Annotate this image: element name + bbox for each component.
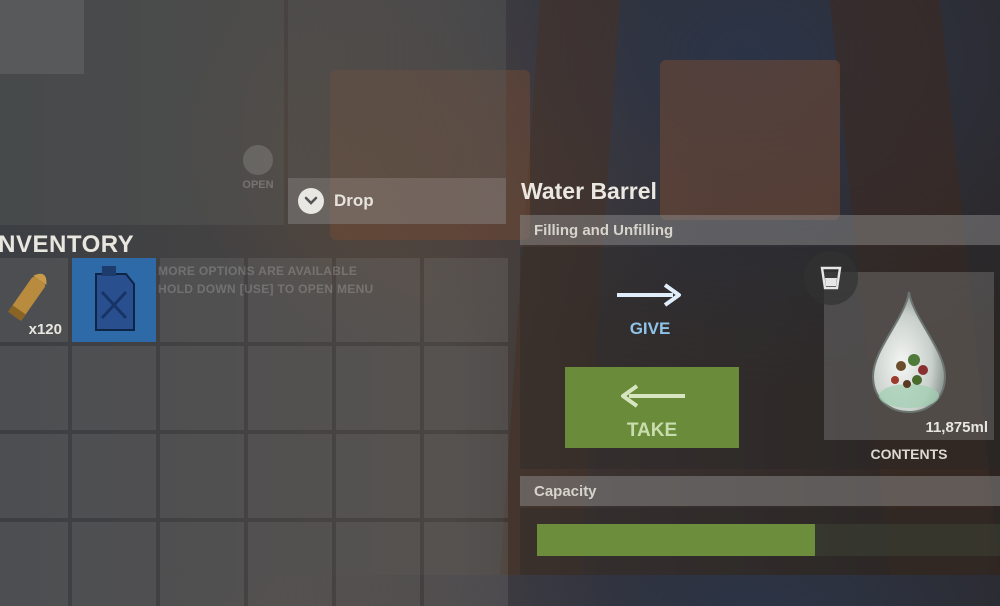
inventory-slot[interactable] <box>336 434 420 518</box>
inventory-slot[interactable] <box>336 522 420 606</box>
contents-amount: 11,875ml <box>925 419 988 436</box>
inventory-slot[interactable] <box>160 522 244 606</box>
hand-icon <box>243 145 273 175</box>
dirty-water-drop-icon <box>871 291 947 414</box>
inventory-slot[interactable] <box>0 522 68 606</box>
slot-quantity: x120 <box>28 321 62 338</box>
options-hint: MORE OPTIONS ARE AVAILABLE HOLD DOWN [US… <box>158 262 374 298</box>
inventory-slot[interactable] <box>424 346 508 430</box>
inventory-title: INVENTORY <box>0 231 135 258</box>
inventory-slot[interactable] <box>424 434 508 518</box>
inventory-slot[interactable] <box>72 434 156 518</box>
arrow-right-icon <box>617 283 681 307</box>
give-button[interactable]: GIVE <box>600 282 700 339</box>
inventory-slot[interactable] <box>160 346 244 430</box>
contents-label: CONTENTS <box>870 446 948 462</box>
capacity-header: Capacity <box>520 476 1000 506</box>
give-label: GIVE <box>629 319 671 338</box>
item-preview-slot <box>0 0 84 74</box>
take-button[interactable]: TAKE <box>565 367 739 448</box>
inventory-slot[interactable] <box>248 522 332 606</box>
arrow-left-icon <box>621 384 685 408</box>
inventory-slot[interactable] <box>72 522 156 606</box>
item-info-panel <box>288 0 506 178</box>
open-hint-label: OPEN <box>242 179 274 191</box>
open-hint: OPEN <box>236 145 280 191</box>
drop-label: Drop <box>334 191 374 210</box>
jerry-can-icon <box>95 266 135 331</box>
water-glass-icon <box>804 251 858 305</box>
inventory-slot[interactable] <box>424 258 508 342</box>
chevron-down-icon <box>298 188 324 214</box>
options-hint-line: HOLD DOWN [USE] TO OPEN MENU <box>158 282 374 296</box>
inventory-slot[interactable] <box>0 434 68 518</box>
inventory-slot[interactable] <box>248 434 332 518</box>
drop-button[interactable]: Drop <box>288 178 506 224</box>
inventory-slot[interactable]: x120 <box>0 258 68 342</box>
inventory-slot[interactable] <box>160 434 244 518</box>
container-title: Water Barrel <box>521 178 657 204</box>
inventory-grid: x120 <box>0 258 508 606</box>
filling-header: Filling and Unfilling <box>520 215 1000 245</box>
item-preview-panel <box>0 0 284 225</box>
take-label: TAKE <box>626 420 678 441</box>
inventory-slot[interactable] <box>0 346 68 430</box>
inventory-slot[interactable] <box>424 522 508 606</box>
inventory-slot[interactable] <box>248 346 332 430</box>
inventory-slot[interactable] <box>72 346 156 430</box>
options-hint-line: MORE OPTIONS ARE AVAILABLE <box>158 264 358 278</box>
capacity-bar-fill <box>537 524 815 556</box>
scene-crate <box>660 60 840 220</box>
inventory-slot[interactable] <box>336 346 420 430</box>
inventory-slot[interactable] <box>72 258 156 342</box>
